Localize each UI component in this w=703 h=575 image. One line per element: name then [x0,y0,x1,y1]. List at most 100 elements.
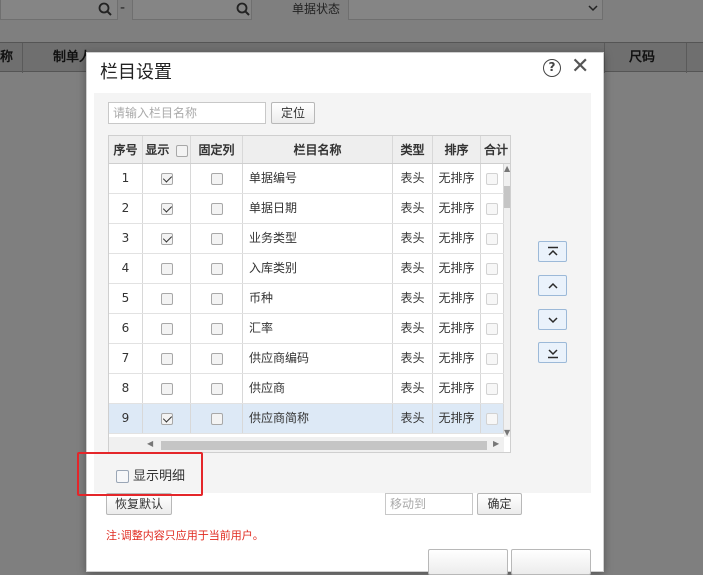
cell-fixed [191,254,243,283]
table-row[interactable]: 3 业务类型 表头 无排序 [109,224,504,254]
cell-sort: 无排序 [433,404,481,433]
cell-name: 业务类型 [243,224,393,253]
scope-note: 注:调整内容只应用于当前用户。 [106,529,264,542]
cell-seq: 4 [109,254,143,283]
show-checkbox[interactable] [160,262,173,275]
header-total: 合计 [483,143,508,157]
cell-name: 供应商简称 [243,404,393,433]
cell-fixed [191,194,243,223]
cell-text: 无排序 [438,351,475,365]
cell-text: 8 [121,381,130,395]
cell-text: 无排序 [438,231,475,245]
locate-button[interactable]: 定位 [271,102,315,124]
fixed-checkbox[interactable] [210,202,223,215]
header-fixed: 固定列 [191,136,243,163]
cell-show [143,164,191,193]
cell-text: 表头 [400,231,425,245]
cell-show [143,404,191,433]
cell-fixed [191,374,243,403]
table-row[interactable]: 5 币种 表头 无排序 [109,284,504,314]
cell-sort: 无排序 [433,164,481,193]
dialog-confirm-button[interactable] [428,549,508,575]
cell-show [143,254,191,283]
total-checkbox [486,232,498,245]
vertical-scroll-thumb[interactable] [504,186,510,208]
table-row[interactable]: 7 供应商编码 表头 无排序 [109,344,504,374]
cell-text: 单据日期 [249,201,298,215]
move-to-bottom-button[interactable] [538,342,567,363]
table-row[interactable]: 6 汇率 表头 无排序 [109,314,504,344]
cell-total [481,374,504,403]
cell-sort: 无排序 [433,374,481,403]
cell-text: 无排序 [438,381,475,395]
fixed-checkbox[interactable] [210,352,223,365]
cell-text: 表头 [400,381,425,395]
fixed-checkbox[interactable] [210,412,223,425]
fixed-checkbox[interactable] [210,322,223,335]
chevron-down-icon [588,5,598,12]
cell-text: 无排序 [438,291,475,305]
cell-fixed [191,224,243,253]
cell-text: 表头 [400,261,425,275]
cell-sort: 无排序 [433,314,481,343]
show-checkbox[interactable] [160,352,173,365]
cell-seq: 7 [109,344,143,373]
show-checkbox[interactable] [160,172,173,185]
move-up-button[interactable] [538,275,567,296]
show-checkbox[interactable] [160,232,173,245]
table-row[interactable]: 1 单据编号 表头 无排序 [109,164,504,194]
dialog-cancel-button[interactable] [511,549,591,575]
cell-seq: 9 [109,404,143,433]
move-to-input[interactable] [385,493,473,515]
horizontal-scroll-thumb[interactable] [161,441,487,450]
cell-text: 无排序 [438,201,475,215]
cell-sort: 无排序 [433,194,481,223]
move-to-confirm-button[interactable]: 确定 [477,493,522,515]
move-bottom-icon [548,349,558,359]
cell-text: 币种 [249,291,274,305]
grid-header: 序号 显示 固定列 栏目名称 类型 排序 合计 [109,136,510,164]
cell-type: 表头 [393,194,433,223]
column-search-input[interactable] [108,102,266,124]
table-row[interactable]: 8 供应商 表头 无排序 [109,374,504,404]
table-row[interactable]: 4 入库类别 表头 无排序 [109,254,504,284]
cell-show [143,224,191,253]
cell-name: 供应商 [243,374,393,403]
cell-show [143,284,191,313]
select-all-checkbox[interactable] [175,144,188,157]
cell-type: 表头 [393,344,433,373]
fixed-checkbox[interactable] [210,232,223,245]
cell-text: 供应商编码 [249,351,310,365]
show-checkbox[interactable] [160,322,173,335]
cell-type: 表头 [393,314,433,343]
dialog-title: 栏目设置 [100,62,172,83]
search-icon [98,2,112,16]
cell-sort: 无排序 [433,224,481,253]
cell-name: 入库类别 [243,254,393,283]
close-icon[interactable]: ✕ [571,56,589,78]
cell-fixed [191,284,243,313]
table-row[interactable]: 9 供应商简称 表头 无排序 [109,404,504,434]
show-checkbox[interactable] [160,382,173,395]
restore-default-button[interactable]: 恢复默认 [106,493,172,515]
column-grid: 序号 显示 固定列 栏目名称 类型 排序 合计 1 单据编号 表头 无排序 2 单据日期表… [108,135,511,453]
show-checkbox[interactable] [160,202,173,215]
table-row[interactable]: 2 单据日期 表头 无排序 [109,194,504,224]
cell-text: 表头 [400,201,425,215]
fixed-checkbox[interactable] [210,382,223,395]
cell-type: 表头 [393,164,433,193]
cell-name: 币种 [243,284,393,313]
help-icon[interactable]: ? [543,59,561,77]
fixed-checkbox[interactable] [210,292,223,305]
cell-total [481,284,504,313]
cell-text: 表头 [400,321,425,335]
move-to-top-button[interactable] [538,241,567,262]
vertical-scrollbar[interactable]: ▲ ▼ [504,164,510,437]
show-checkbox[interactable] [160,292,173,305]
move-down-button[interactable] [538,309,567,330]
horizontal-scrollbar[interactable]: ◀ ▶ [109,437,504,452]
fixed-checkbox[interactable] [210,262,223,275]
show-checkbox[interactable] [160,412,173,425]
cell-text: 入库类别 [249,261,298,275]
fixed-checkbox[interactable] [210,172,223,185]
